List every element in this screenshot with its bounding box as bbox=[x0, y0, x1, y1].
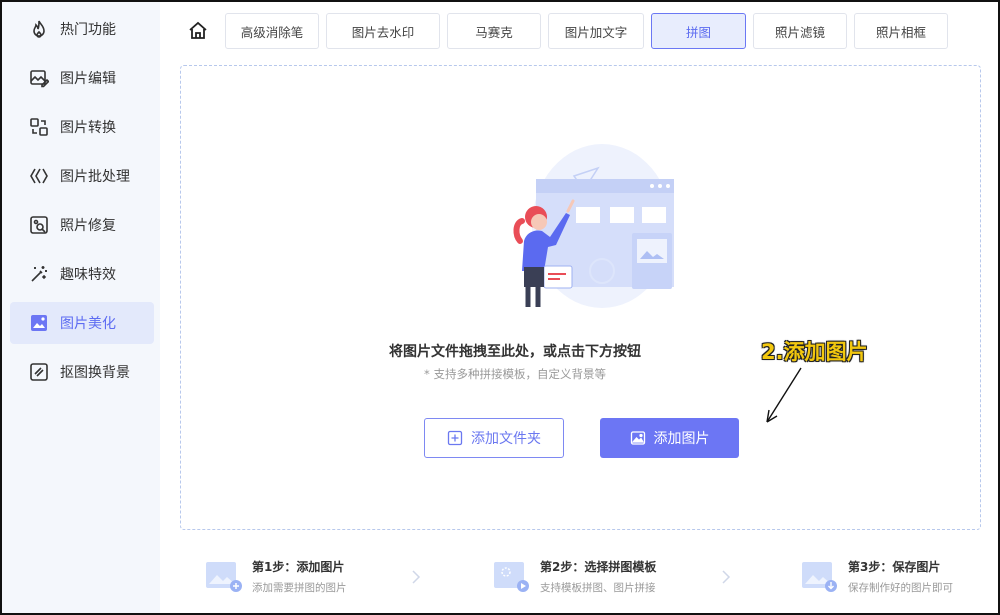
chevron-right-icon bbox=[412, 570, 421, 584]
tab-photo-frame[interactable]: 照片相框 bbox=[854, 13, 948, 49]
add-picture-step-icon bbox=[206, 562, 242, 592]
sidebar-item-label: 抠图换背景 bbox=[60, 365, 130, 381]
home-button[interactable] bbox=[178, 13, 218, 49]
convert-icon bbox=[28, 116, 50, 138]
sidebar-item-image-convert[interactable]: 图片转换 bbox=[10, 106, 154, 148]
sidebar-item-cutout[interactable]: 抠图换背景 bbox=[10, 351, 154, 393]
step-subtitle: 支持模板拼图、图片拼接 bbox=[540, 581, 656, 594]
beautify-icon bbox=[28, 312, 50, 334]
drop-zone-title: 将图片文件拖拽至此处，或点击下方按钮 bbox=[389, 344, 641, 360]
step-title: 第2步：选择拼图模板 bbox=[540, 559, 657, 574]
main-panel: 高级消除笔 图片去水印 马赛克 图片加文字 拼图 照片滤镜 照片相框 将图片文件… bbox=[160, 2, 998, 613]
step-title: 第1步：添加图片 bbox=[252, 559, 345, 574]
sidebar-item-label: 图片转换 bbox=[60, 120, 116, 136]
sidebar-item-label: 图片美化 bbox=[60, 316, 116, 332]
template-step-icon bbox=[494, 562, 529, 592]
sidebar: 热门功能 图片编辑 图片转换 图片批处理 照片修复 趣味特效 图片美化 抠图换背… bbox=[2, 2, 160, 613]
add-folder-icon bbox=[447, 430, 463, 446]
tab-mosaic[interactable]: 马赛克 bbox=[447, 13, 541, 49]
save-step-icon bbox=[802, 562, 837, 592]
tab-add-text[interactable]: 图片加文字 bbox=[548, 13, 644, 49]
sidebar-item-photo-repair[interactable]: 照片修复 bbox=[10, 204, 154, 246]
image-icon bbox=[630, 430, 646, 446]
batch-icon bbox=[28, 165, 50, 187]
add-image-button[interactable]: 添加图片 bbox=[600, 418, 739, 458]
tab-advanced-eraser[interactable]: 高级消除笔 bbox=[225, 13, 319, 49]
add-folder-label: 添加文件夹 bbox=[471, 431, 541, 447]
step-subtitle: 保存制作好的图片即可 bbox=[848, 581, 953, 594]
tab-photo-filter[interactable]: 照片滤镜 bbox=[753, 13, 847, 49]
sidebar-item-label: 照片修复 bbox=[60, 218, 116, 234]
step-1: 第1步：添加图片 添加需要拼图的图片 bbox=[204, 556, 347, 596]
step-3: 第3步：保存图片 保存制作好的图片即可 bbox=[800, 556, 953, 596]
sidebar-item-label: 趣味特效 bbox=[60, 267, 116, 283]
upload-illustration bbox=[513, 144, 674, 308]
step-title: 第3步：保存图片 bbox=[848, 559, 941, 574]
drop-zone-hint: * 支持多种拼接模板，自定义背景等 bbox=[424, 367, 606, 381]
steps-bar: 第1步：添加图片 添加需要拼图的图片 第2步：选择拼图模板 支持模板拼图、图片拼… bbox=[160, 542, 998, 612]
photo-repair-icon bbox=[28, 214, 50, 236]
chevron-right-icon bbox=[722, 570, 731, 584]
tool-tabs: 高级消除笔 图片去水印 马赛克 图片加文字 拼图 照片滤镜 照片相框 bbox=[178, 13, 948, 49]
tab-collage[interactable]: 拼图 bbox=[651, 13, 746, 49]
sidebar-item-hot-features[interactable]: 热门功能 bbox=[10, 8, 154, 50]
annotation-arrow bbox=[766, 367, 802, 423]
sidebar-item-image-edit[interactable]: 图片编辑 bbox=[10, 57, 154, 99]
sidebar-item-batch[interactable]: 图片批处理 bbox=[10, 155, 154, 197]
fire-icon bbox=[28, 18, 50, 40]
sidebar-item-label: 图片编辑 bbox=[60, 71, 116, 87]
sidebar-item-fun-effects[interactable]: 趣味特效 bbox=[10, 253, 154, 295]
add-folder-button[interactable]: 添加文件夹 bbox=[424, 418, 564, 458]
add-image-label: 添加图片 bbox=[653, 431, 710, 447]
sidebar-item-label: 热门功能 bbox=[60, 22, 116, 38]
sidebar-item-label: 图片批处理 bbox=[60, 169, 130, 185]
magic-wand-icon bbox=[28, 263, 50, 285]
sidebar-item-beautify[interactable]: 图片美化 bbox=[10, 302, 154, 344]
image-edit-icon bbox=[28, 67, 50, 89]
annotation-label: 2.添加图片 bbox=[761, 340, 868, 364]
step-subtitle: 添加需要拼图的图片 bbox=[252, 581, 347, 594]
home-icon bbox=[189, 21, 207, 39]
tab-remove-watermark[interactable]: 图片去水印 bbox=[326, 13, 440, 49]
step-2: 第2步：选择拼图模板 支持模板拼图、图片拼接 bbox=[492, 556, 656, 596]
drop-zone[interactable]: 将图片文件拖拽至此处，或点击下方按钮 * 支持多种拼接模板，自定义背景等 添加文… bbox=[180, 65, 981, 530]
cutout-icon bbox=[28, 361, 50, 383]
